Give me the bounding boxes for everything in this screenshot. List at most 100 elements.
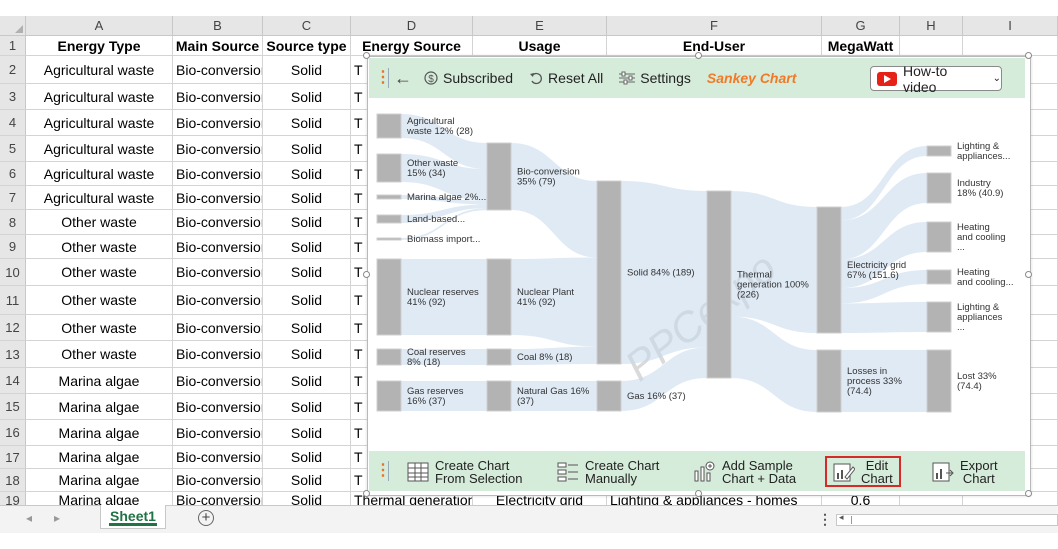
subscribed-button[interactable]: $ Subscribed: [424, 70, 513, 86]
resize-handle[interactable]: [1025, 52, 1032, 59]
table-cell[interactable]: Bio-conversion: [173, 56, 263, 84]
table-cell[interactable]: Agricultural waste: [26, 136, 173, 162]
table-cell[interactable]: Bio-conversion: [173, 186, 263, 210]
table-cell[interactable]: Marina algae: [26, 469, 173, 492]
table-cell[interactable]: Marina algae: [26, 446, 173, 469]
table-cell[interactable]: Bio-conversion: [173, 368, 263, 394]
header-cell-i[interactable]: [963, 36, 1058, 56]
row-header[interactable]: 11: [0, 286, 26, 315]
header-cell-c[interactable]: Source type: [263, 36, 351, 56]
column-header-g[interactable]: G: [822, 16, 900, 36]
table-cell[interactable]: Other waste: [26, 235, 173, 259]
table-cell[interactable]: Solid: [263, 235, 351, 259]
table-cell[interactable]: Agricultural waste: [26, 56, 173, 84]
table-cell[interactable]: Solid: [263, 162, 351, 186]
table-cell[interactable]: Solid: [263, 420, 351, 446]
resize-handle[interactable]: [1025, 271, 1032, 278]
header-cell-g[interactable]: MegaWatt: [822, 36, 900, 56]
table-cell[interactable]: Other waste: [26, 259, 173, 286]
table-cell[interactable]: Solid: [263, 446, 351, 469]
table-cell[interactable]: Bio-conversion: [173, 110, 263, 136]
table-cell[interactable]: Solid: [263, 286, 351, 315]
table-cell[interactable]: Bio-conversion: [173, 162, 263, 186]
table-cell[interactable]: Solid: [263, 259, 351, 286]
reset-all-button[interactable]: Reset All: [529, 70, 603, 86]
row-header[interactable]: 17: [0, 446, 26, 469]
row-header[interactable]: 12: [0, 315, 26, 341]
table-cell[interactable]: Bio-conversion: [173, 420, 263, 446]
table-cell[interactable]: Bio-conversion: [173, 136, 263, 162]
table-cell[interactable]: Bio-conversion: [173, 210, 263, 235]
table-cell[interactable]: Bio-conversion: [173, 84, 263, 110]
row-header[interactable]: 14: [0, 368, 26, 394]
sheet-tab-sheet1[interactable]: Sheet1: [100, 505, 166, 529]
table-cell[interactable]: Bio-conversion: [173, 315, 263, 341]
table-cell[interactable]: Bio-conversion: [173, 446, 263, 469]
column-header-b[interactable]: B: [173, 16, 263, 36]
table-cell[interactable]: Solid: [263, 136, 351, 162]
header-cell-h[interactable]: [900, 36, 963, 56]
row-header[interactable]: 8: [0, 210, 26, 235]
table-cell[interactable]: Bio-conversion: [173, 259, 263, 286]
header-cell-f[interactable]: End-User: [607, 36, 822, 56]
resize-handle[interactable]: [363, 52, 370, 59]
next-sheet-arrow-icon[interactable]: ▸: [54, 511, 60, 525]
row-header[interactable]: 9: [0, 235, 26, 259]
table-cell[interactable]: Bio-conversion: [173, 469, 263, 492]
create-chart-from-selection-button[interactable]: Create Chart From Selection: [407, 458, 522, 485]
table-cell[interactable]: Bio-conversion: [173, 394, 263, 420]
table-cell[interactable]: Solid: [263, 315, 351, 341]
scrollbar-thumb[interactable]: [851, 516, 1057, 524]
table-cell[interactable]: Agricultural waste: [26, 110, 173, 136]
resize-handle[interactable]: [695, 52, 702, 59]
resize-handle[interactable]: [695, 490, 702, 497]
table-cell[interactable]: Agricultural waste: [26, 162, 173, 186]
table-cell[interactable]: Marina algae: [26, 368, 173, 394]
header-cell-e[interactable]: Usage: [473, 36, 607, 56]
back-arrow-icon[interactable]: ←: [394, 68, 412, 89]
panel-bottom-menu-icon[interactable]: ⋮: [375, 463, 391, 479]
column-header-a[interactable]: A: [26, 16, 173, 36]
row-header[interactable]: 2: [0, 56, 26, 84]
row-header[interactable]: 6: [0, 162, 26, 186]
horizontal-scrollbar[interactable]: ◂: [836, 512, 1058, 526]
row-header[interactable]: 4: [0, 110, 26, 136]
table-cell[interactable]: Bio-conversion: [173, 286, 263, 315]
table-cell[interactable]: Other waste: [26, 315, 173, 341]
table-cell[interactable]: Solid: [263, 341, 351, 368]
table-cell[interactable]: Solid: [263, 469, 351, 492]
resize-handle[interactable]: [1025, 490, 1032, 497]
scroll-left-icon[interactable]: ◂: [839, 512, 844, 523]
table-cell[interactable]: Solid: [263, 368, 351, 394]
prev-sheet-arrow-icon[interactable]: ◂: [26, 511, 32, 525]
table-cell[interactable]: Bio-conversion: [173, 341, 263, 368]
table-cell[interactable]: Other waste: [26, 210, 173, 235]
row-header-1[interactable]: 1: [0, 36, 26, 56]
table-cell[interactable]: Solid: [263, 110, 351, 136]
column-header-d[interactable]: D: [351, 16, 473, 36]
edit-chart-button[interactable]: Edit Chart: [825, 456, 901, 487]
column-header-i[interactable]: I: [963, 16, 1058, 36]
table-cell[interactable]: Solid: [263, 186, 351, 210]
add-sample-chart-button[interactable]: Add Sample Chart + Data: [692, 458, 796, 485]
create-chart-manually-button[interactable]: Create Chart Manually: [557, 458, 659, 485]
select-all-corner[interactable]: [0, 16, 26, 36]
tab-split-handle-icon[interactable]: ⋮: [818, 511, 832, 528]
howto-video-dropdown[interactable]: How-to video ⌄: [870, 63, 1002, 95]
row-header[interactable]: 5: [0, 136, 26, 162]
column-header-e[interactable]: E: [473, 16, 607, 36]
header-cell-a[interactable]: Energy Type: [26, 36, 173, 56]
row-header[interactable]: 16: [0, 420, 26, 446]
table-cell[interactable]: Solid: [263, 394, 351, 420]
column-header-c[interactable]: C: [263, 16, 351, 36]
settings-button[interactable]: Settings: [619, 70, 691, 86]
column-header-f[interactable]: F: [607, 16, 822, 36]
column-header-h[interactable]: H: [900, 16, 963, 36]
header-cell-b[interactable]: Main Source: [173, 36, 263, 56]
table-cell[interactable]: Solid: [263, 210, 351, 235]
table-cell[interactable]: Marina algae: [26, 420, 173, 446]
row-header[interactable]: 15: [0, 394, 26, 420]
table-cell[interactable]: Other waste: [26, 286, 173, 315]
resize-handle[interactable]: [363, 271, 370, 278]
table-cell[interactable]: Solid: [263, 56, 351, 84]
